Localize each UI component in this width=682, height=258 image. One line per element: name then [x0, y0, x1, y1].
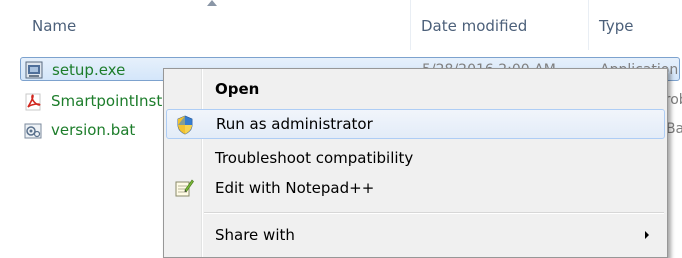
column-header-name[interactable]: Name — [32, 17, 76, 35]
menu-item-edit-with-notepad-plus-plus[interactable]: Edit with Notepad++ — [166, 173, 665, 203]
file-name: setup.exe — [52, 61, 126, 79]
file-name: SmartpointInstall — [51, 92, 180, 110]
notepad-plus-plus-icon — [175, 179, 194, 197]
column-divider[interactable] — [588, 0, 589, 50]
menu-item-label: Troubleshoot compatibility — [215, 149, 414, 167]
exe-icon — [25, 61, 43, 79]
menu-item-label: Open — [215, 80, 260, 98]
sort-ascending-icon — [207, 0, 217, 6]
menu-item-share-with[interactable]: Share with — [166, 220, 665, 250]
menu-item-label: Run as administrator — [216, 115, 373, 133]
file-name: version.bat — [51, 121, 136, 139]
column-header: Name Date modified Type — [0, 0, 682, 50]
menu-item-label: Edit with Notepad++ — [215, 179, 375, 197]
menu-item-troubleshoot-compatibility[interactable]: Troubleshoot compatibility — [166, 143, 665, 173]
menu-item-open[interactable]: Open — [166, 74, 665, 104]
menu-item-label: Share with — [215, 226, 295, 244]
context-menu: Open Run as administrator Troubleshoot c… — [163, 68, 668, 258]
uac-shield-icon — [177, 115, 193, 135]
column-divider[interactable] — [410, 0, 411, 50]
column-header-date-modified[interactable]: Date modified — [421, 17, 527, 35]
column-header-type[interactable]: Type — [599, 17, 633, 35]
bat-icon — [24, 123, 42, 139]
menu-item-run-as-administrator[interactable]: Run as administrator — [166, 109, 665, 139]
pdf-icon — [25, 93, 41, 111]
menu-separator — [204, 213, 664, 214]
submenu-arrow-icon — [645, 231, 649, 239]
